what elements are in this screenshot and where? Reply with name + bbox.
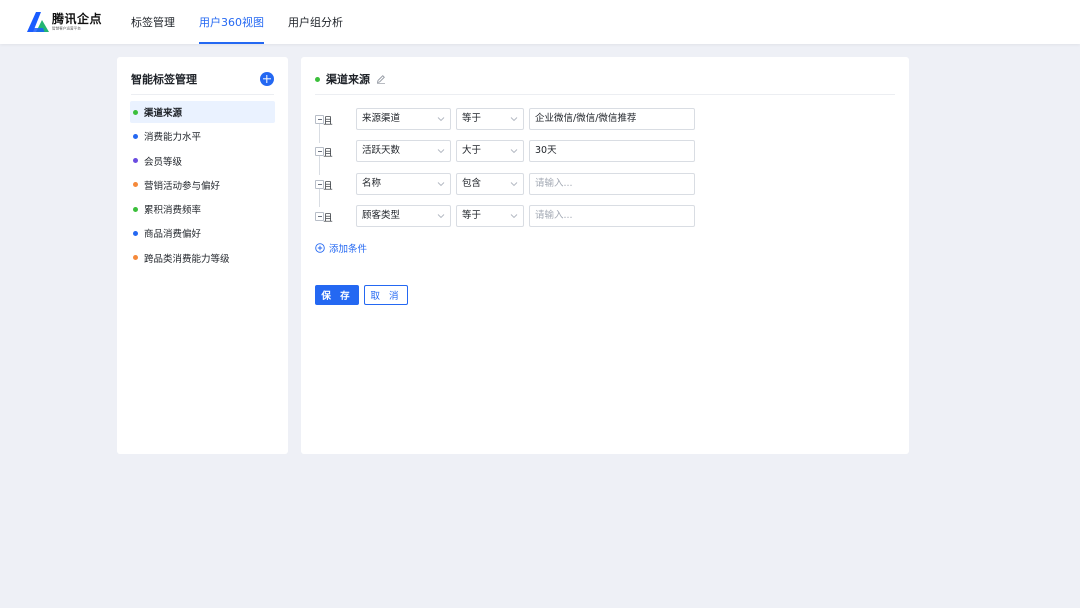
divider: [131, 94, 274, 95]
brand-logo[interactable]: 腾讯企点 智慧客户运营平台: [27, 11, 102, 33]
add-condition-label: 添加条件: [329, 244, 368, 255]
tag-item-label: 累积消费频率: [144, 205, 202, 217]
status-dot-icon: [133, 158, 138, 164]
condition-field-select[interactable]: 来源渠道: [356, 108, 451, 130]
status-dot-icon: [133, 206, 138, 212]
status-dot-icon: [133, 109, 138, 115]
tag-item-label: 会员等级: [144, 156, 183, 168]
tag-item[interactable]: 渠道来源: [130, 101, 275, 123]
chevron-down-icon: [510, 149, 518, 154]
input-value: 30天: [535, 145, 557, 156]
tag-item[interactable]: 跨品类消费能力等级: [130, 247, 275, 269]
condition-value-input[interactable]: 请输入...: [529, 173, 695, 195]
logic-label: 且: [323, 181, 333, 192]
tag-list: 渠道来源 消费能力水平 会员等级 营销活动参与偏好 累积消费频率 商品消费偏好 …: [130, 101, 275, 271]
tag-item-label: 消费能力水平: [144, 132, 202, 144]
status-dot-icon: [133, 182, 138, 188]
tag-item-label: 商品消费偏好: [144, 229, 202, 241]
select-value: 包含: [462, 178, 482, 189]
condition-operator-select[interactable]: 等于: [456, 108, 524, 130]
sidebar-title: 智能标签管理: [131, 73, 197, 86]
condition-value-input[interactable]: 请输入...: [529, 205, 695, 227]
tag-item-label: 跨品类消费能力等级: [144, 253, 230, 265]
chevron-down-icon: [510, 214, 518, 219]
editor-title: 渠道来源: [326, 73, 370, 86]
nav-tab-user-group-analysis[interactable]: 用户组分析: [288, 0, 343, 44]
tag-item[interactable]: 会员等级: [130, 150, 275, 172]
tag-item-label: 营销活动参与偏好: [144, 180, 221, 192]
condition-field-select[interactable]: 顾客类型: [356, 205, 451, 227]
select-value: 顾客类型: [362, 210, 401, 221]
chevron-down-icon: [510, 182, 518, 187]
select-value: 名称: [362, 178, 382, 189]
plus-circle-icon[interactable]: [260, 72, 274, 86]
select-value: 来源渠道: [362, 113, 401, 124]
chevron-down-icon: [437, 117, 445, 122]
brand-logo-icon: [27, 12, 49, 32]
tag-item[interactable]: 消费能力水平: [130, 125, 275, 147]
input-value: 企业微信/微信/微信推荐: [535, 113, 637, 124]
top-navigation-bar: 腾讯企点 智慧客户运营平台 标签管理 用户360视图 用户组分析: [0, 0, 1080, 44]
chevron-down-icon: [437, 214, 445, 219]
tag-sidebar: 智能标签管理 渠道来源 消费能力水平 会员等级 营销活动参与偏好 累积消费频率 …: [117, 57, 288, 454]
chevron-down-icon: [437, 182, 445, 187]
cancel-button[interactable]: 取 消: [364, 285, 408, 305]
condition-value-input[interactable]: 30天: [529, 140, 695, 162]
chevron-down-icon: [510, 117, 518, 122]
divider: [315, 94, 895, 95]
nav-tab-tag-management[interactable]: 标签管理: [131, 0, 175, 44]
nav-tab-user-360-view[interactable]: 用户360视图: [199, 0, 264, 44]
add-condition-button[interactable]: 添加条件: [315, 241, 367, 255]
select-value: 等于: [462, 210, 482, 221]
status-dot-icon: [133, 255, 138, 261]
condition-value-input[interactable]: 企业微信/微信/微信推荐: [529, 108, 695, 130]
tag-item[interactable]: 商品消费偏好: [130, 222, 275, 244]
condition-field-select[interactable]: 名称: [356, 173, 451, 195]
select-value: 活跃天数: [362, 145, 401, 156]
select-value: 大于: [462, 145, 482, 156]
brand-name: 腾讯企点: [52, 11, 103, 26]
chevron-down-icon: [437, 149, 445, 154]
plus-circle-icon: [315, 243, 325, 253]
condition-field-select[interactable]: 活跃天数: [356, 140, 451, 162]
tag-item-label: 渠道来源: [144, 108, 183, 119]
input-placeholder: 请输入...: [535, 210, 573, 221]
logic-label: 且: [323, 213, 333, 224]
condition-operator-select[interactable]: 大于: [456, 140, 524, 162]
status-dot-icon: [133, 230, 138, 236]
status-dot-icon: [133, 133, 138, 139]
status-dot-icon: [315, 76, 320, 82]
condition-operator-select[interactable]: 等于: [456, 205, 524, 227]
logic-label: 且: [323, 148, 333, 159]
save-button[interactable]: 保 存: [315, 285, 359, 305]
tag-item[interactable]: 累积消费频率: [130, 198, 275, 220]
condition-operator-select[interactable]: 包含: [456, 173, 524, 195]
main-nav: 标签管理 用户360视图 用户组分析: [131, 0, 367, 44]
input-placeholder: 请输入...: [535, 178, 573, 189]
brand-tagline: 智慧客户运营平台: [52, 25, 81, 31]
logic-label: 且: [323, 116, 333, 127]
tag-item[interactable]: 营销活动参与偏好: [130, 174, 275, 196]
tag-rule-editor: 渠道来源 且 来源渠道 等于 企业微信/微信/微信推荐 且 活跃天数 大于 30…: [301, 57, 909, 454]
pencil-icon[interactable]: [376, 74, 386, 84]
select-value: 等于: [462, 113, 482, 124]
